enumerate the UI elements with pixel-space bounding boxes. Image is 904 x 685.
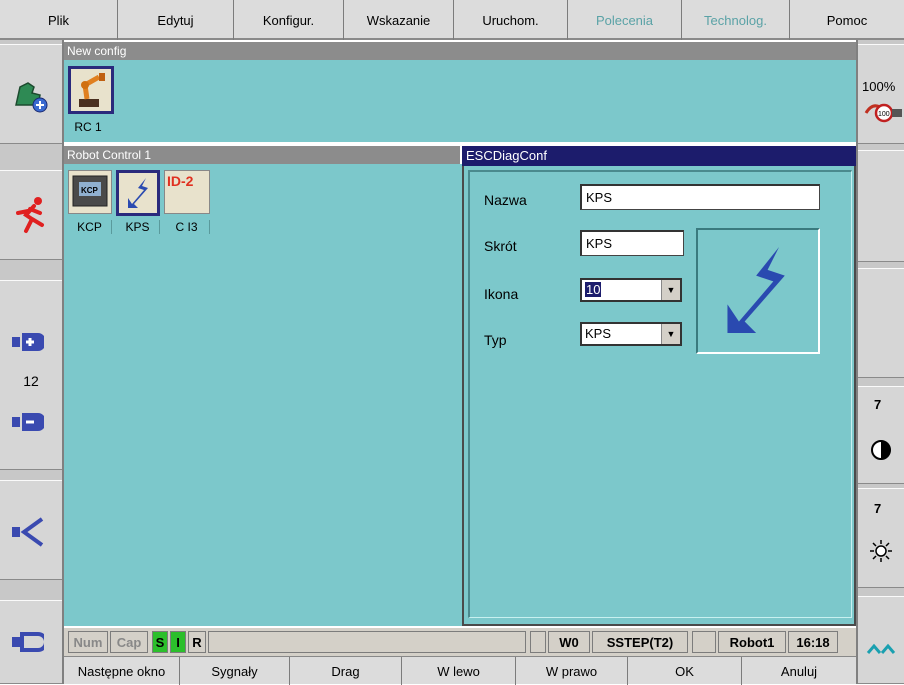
status-blank-2	[692, 631, 716, 653]
gripper-open-button[interactable]	[0, 480, 62, 580]
softkey-right[interactable]: W prawo	[516, 657, 628, 685]
robot-control-title: Robot Control 1	[64, 146, 460, 164]
softkey-cancel[interactable]: Anuluj	[742, 657, 856, 685]
contrast-value: 7	[874, 397, 882, 412]
contrast-icon	[871, 440, 891, 460]
short-label: Skrót	[484, 238, 517, 254]
kps-item[interactable]	[116, 170, 160, 216]
svg-text:KCP: KCP	[81, 186, 99, 195]
menu-technolog[interactable]: Technolog.	[682, 0, 790, 40]
right-blank-button-2[interactable]	[858, 268, 904, 378]
dialog-title: ESCDiagConf	[462, 146, 856, 166]
name-label: Nazwa	[484, 192, 527, 208]
rc1-label: RC 1	[74, 120, 102, 134]
kps-bolt-icon	[128, 178, 148, 208]
id-badge: ID-2	[167, 173, 194, 189]
esc-diag-dialog: Nazwa Skrót Ikona 10 ▼ Typ KPS ▼	[462, 166, 856, 626]
right-sidebar: 100% 100 7 7	[856, 40, 904, 684]
robot-name: Robot1	[718, 631, 786, 653]
status-message	[208, 631, 526, 653]
io-counter: 12	[23, 373, 39, 389]
softkey-drag[interactable]: Drag	[290, 657, 402, 685]
icon-preview	[696, 228, 820, 354]
menu-wskazanie[interactable]: Wskazanie	[344, 0, 454, 40]
chevrons-up-icon	[866, 643, 896, 654]
right-blank-button-1[interactable]	[858, 150, 904, 262]
icon-select-value: 10	[585, 282, 602, 297]
chevron-down-icon[interactable]: ▼	[661, 280, 680, 300]
softkey-next-window[interactable]: Następne okno	[64, 657, 180, 685]
io-button[interactable]: 12	[0, 280, 62, 470]
config-window: RC 1	[64, 60, 856, 142]
ci3-label: C I3	[164, 220, 210, 234]
override-value: 100%	[862, 79, 896, 94]
io-minus-icon	[12, 413, 44, 431]
menu-polecenia[interactable]: Polecenia	[568, 0, 682, 40]
softkey-signals[interactable]: Sygnały	[180, 657, 290, 685]
type-label: Typ	[484, 332, 507, 348]
brightness-value: 7	[874, 501, 882, 516]
kcp-pendant-icon: KCP	[72, 175, 108, 207]
r-indicator: R	[188, 631, 206, 653]
io-plus-icon	[12, 333, 44, 351]
left-sidebar: 12	[0, 40, 64, 684]
status-bar: Num Cap S I R W0 SSTEP(T2) Robot1 16:18	[64, 626, 856, 656]
softkey-ok[interactable]: OK	[628, 657, 742, 685]
kps-bolt-preview-icon	[727, 247, 785, 333]
num-indicator: Num	[68, 631, 108, 653]
chevron-down-icon[interactable]: ▼	[661, 324, 680, 344]
cap-indicator: Cap	[110, 631, 148, 653]
s-indicator: S	[152, 631, 168, 653]
gripper-close-icon	[12, 632, 44, 652]
status-blank	[530, 631, 546, 653]
w-indicator: W0	[548, 631, 590, 653]
menu-pomoc[interactable]: Pomoc	[790, 0, 904, 40]
robot-status-button[interactable]	[0, 44, 62, 144]
override-button[interactable]: 100% 100	[858, 44, 904, 144]
menu-plik[interactable]: Plik	[0, 0, 118, 40]
kcp-item[interactable]: KCP	[68, 170, 112, 214]
rc1-item[interactable]	[68, 66, 114, 114]
industrial-robot-icon	[79, 73, 105, 107]
running-man-icon	[16, 197, 44, 233]
svg-text:100: 100	[878, 111, 890, 118]
ci3-item[interactable]: ID-2	[164, 170, 210, 214]
robot-status-icon	[15, 82, 48, 113]
gripper-close-button[interactable]	[0, 600, 62, 684]
config-window-title: New config	[64, 42, 856, 60]
type-select[interactable]: KPS ▼	[580, 322, 682, 346]
type-select-value: KPS	[585, 326, 612, 341]
clock: 16:18	[788, 631, 838, 653]
run-mode-button[interactable]	[0, 170, 62, 260]
override-gauge-icon: 100	[864, 103, 902, 123]
softkey-bar: Następne okno Sygnały Drag W lewo W praw…	[64, 656, 856, 685]
scroll-button[interactable]	[858, 596, 904, 684]
name-field[interactable]	[580, 184, 820, 210]
brightness-icon	[870, 540, 892, 562]
icon-select[interactable]: 10 ▼	[580, 278, 682, 302]
brightness-button[interactable]: 7	[858, 488, 904, 588]
menu-uruchom[interactable]: Uruchom.	[454, 0, 568, 40]
contrast-button[interactable]: 7	[858, 386, 904, 484]
i-indicator: I	[170, 631, 186, 653]
kcp-label: KCP	[68, 220, 112, 234]
short-field[interactable]	[580, 230, 684, 256]
softkey-left[interactable]: W lewo	[402, 657, 516, 685]
menu-edytuj[interactable]: Edytuj	[118, 0, 234, 40]
kps-label: KPS	[116, 220, 160, 234]
robot-control-panel: KCP ID-2 KCP KPS C I3	[64, 164, 462, 626]
gripper-open-icon	[12, 517, 44, 547]
menu-konfigur[interactable]: Konfigur.	[234, 0, 344, 40]
menu-bar: Plik Edytuj Konfigur. Wskazanie Uruchom.…	[0, 0, 904, 40]
icon-label: Ikona	[484, 286, 519, 302]
step-mode: SSTEP(T2)	[592, 631, 688, 653]
